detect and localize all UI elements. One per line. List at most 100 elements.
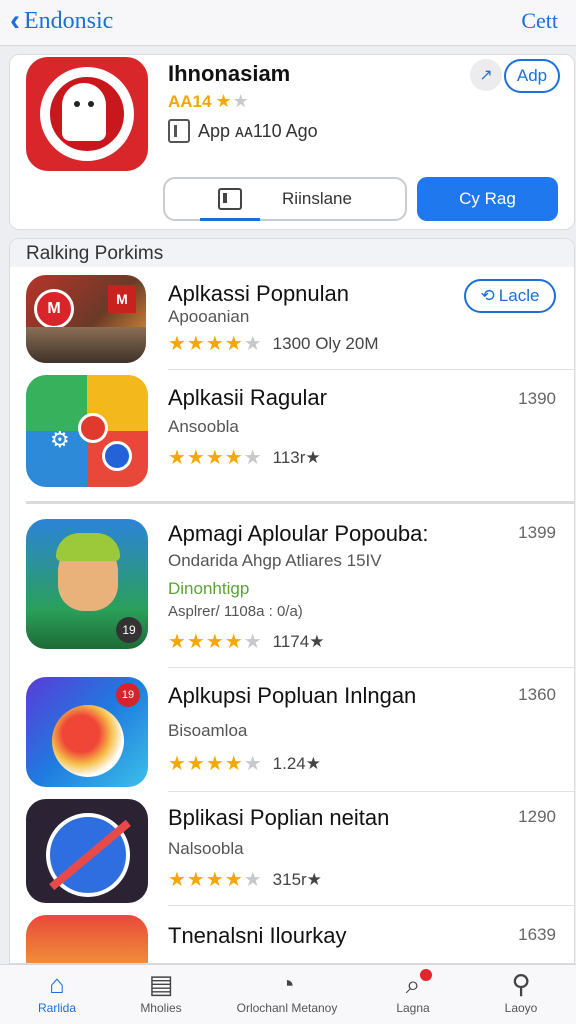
tab-label: Laoyo [504,1001,538,1015]
app-price: 1390 [518,389,556,408]
app-info: 1174★ [272,631,325,651]
app-icon[interactable] [26,915,148,963]
get-button[interactable]: ⟲ Lacle [464,279,556,313]
rating-text: AA14 [168,91,212,111]
divider [168,369,574,370]
list-item[interactable]: M M Aplkassi Popnulan Apooanian ★★★★★ 13… [10,275,574,371]
list-item[interactable]: Bplikasi Poplian neitan Nalsoobla ★★★★★ … [10,799,574,909]
segment-underline [200,218,260,221]
tab-updates[interactable]: ⌕ Lagna [358,969,468,1015]
calendar-icon [218,188,243,210]
app-icon[interactable] [26,799,148,903]
notification-dot [420,969,432,981]
tab-movies[interactable]: ▤ Mholies [106,969,216,1015]
list-item[interactable]: ⚙ Aplkasii Ragular Ansoobla ★★★★★ 113r★ … [10,375,574,495]
dot-shape [78,413,108,443]
refresh-icon: ⟲ [480,286,495,305]
app-name: Aplkupsi Popluan Inlngan [168,683,417,708]
star-rating-icon: ★★★★★ [168,753,263,775]
navigation-bar: ‹ Endonsic Cett [0,0,576,46]
movies-icon: ▤ [148,969,174,999]
app-icon[interactable]: M M [26,275,146,363]
app-subtitle: Nalsoobla [168,839,244,858]
ranking-list: Ralking Porkims M M Aplkassi Popnulan Ap… [9,238,575,964]
add-button[interactable]: Adp [504,59,560,93]
featured-app-card: Ihnonasiam AA14 ★★ App ᴀᴀ110 Ago ↗ Adp R… [9,54,575,230]
divider [168,791,574,792]
tab-label: Mholies [140,1001,182,1015]
get-button-label: Lacle [498,286,540,305]
app-icon[interactable]: 19 [26,677,148,787]
app-icon[interactable]: 19 [26,519,148,649]
road-shape [26,327,146,363]
tab-search[interactable]: ⚲ Laoyo [466,969,576,1015]
app-subtitle: Bisoamloa [168,721,248,740]
meta-text: App ᴀᴀ110 Ago [198,120,318,141]
app-price: 1399 [518,523,556,542]
app-details: Asplrer/ 1108a : 0/a) [168,603,303,620]
search-badge-icon: ⌕ [405,969,421,999]
app-name: Apmagi Aploular Popouba: [168,521,429,546]
app-rating: ★★★★★ 1.24★ [168,751,321,776]
star-rating-icon: ★★★★★ [168,631,263,653]
segment-button[interactable]: Riinslane [163,177,407,221]
featured-app-icon[interactable] [26,57,148,171]
app-rating: ★★★★★ 113r★ [168,445,321,470]
share-icon: ↗ [479,67,493,84]
app-info: 1.24★ [272,753,321,773]
tab-bar: ⌂ Rarlida ▤ Mholies ◔ Orlochanl Metanoy … [0,964,576,1024]
app-price: 1639 [518,925,556,944]
featured-meta: App ᴀᴀ110 Ago [168,119,318,143]
share-button[interactable]: ↗ [470,59,502,91]
document-icon [168,119,190,143]
tab-label: Lagna [396,1001,430,1015]
home-icon: ⌂ [49,969,65,999]
badge-icon: M [34,289,74,329]
primary-action-button[interactable]: Cy Rag [417,177,558,221]
app-subtitle: Apooanian [168,307,250,326]
list-item[interactable]: 19 Apmagi Aploular Popouba: Ondarida Ahg… [10,515,574,668]
star-rating-icon: ★★★★★ [168,447,263,469]
segment-label: Riinslane [282,189,352,208]
app-info: 315r★ [272,869,322,889]
section-divider [26,501,574,504]
divider [168,905,574,906]
back-label: Endonsic [24,7,114,34]
tab-home[interactable]: ⌂ Rarlida [2,969,112,1015]
edit-button[interactable]: Cett [521,8,558,34]
clock-icon: ◔ [279,969,295,999]
badge-icon: 19 [116,617,142,643]
star-rating-icon: ★★ [215,91,250,111]
swirl-shape [52,705,124,777]
app-icon[interactable]: ⚙ [26,375,148,487]
tab-categories[interactable]: ◔ Orlochanl Metanoy [232,969,342,1015]
app-price: 1290 [518,807,556,826]
app-info: 1300 Oly 20M [272,333,379,353]
star-rating-icon: ★★★★★ [168,869,263,891]
chevron-left-icon: ‹ [10,4,20,37]
app-category: Dinonhtigp [168,579,250,598]
badge-icon: 19 [116,683,140,707]
featured-rating: AA14 ★★ [168,91,250,112]
app-name: Aplkassi Popnulan [168,281,350,306]
app-subtitle: Ansoobla [168,417,239,436]
list-item[interactable]: Tnenalsni Ilourkay 1639 [10,915,574,963]
back-button[interactable]: ‹ Endonsic [10,6,113,36]
app-rating: ★★★★★ 315r★ [168,867,322,892]
badge-icon: M [108,285,136,313]
search-icon: ⚲ [511,969,531,999]
app-price: 1360 [518,685,556,704]
featured-app-title: Ihnonasiam [168,61,291,86]
star-rating-icon: ★★★★★ [168,333,263,355]
gear-icon: ⚙ [50,427,70,452]
character-hair [56,533,120,561]
app-rating: ★★★★★ 1174★ [168,629,324,654]
app-name: Aplkasii Ragular [168,385,327,410]
section-title: Ralking Porkims [26,243,164,264]
app-subtitle: Ondarida Ahgp Atliares 15IV [168,551,382,570]
list-item[interactable]: 19 Aplkupsi Popluan Inlngan Bisoamloa ★★… [10,677,574,793]
ghost-icon [62,83,106,141]
dot-shape [102,441,132,471]
app-rating: ★★★★★ 1300 Oly 20M [168,331,379,356]
tab-label: Orlochanl Metanoy [236,1001,338,1015]
